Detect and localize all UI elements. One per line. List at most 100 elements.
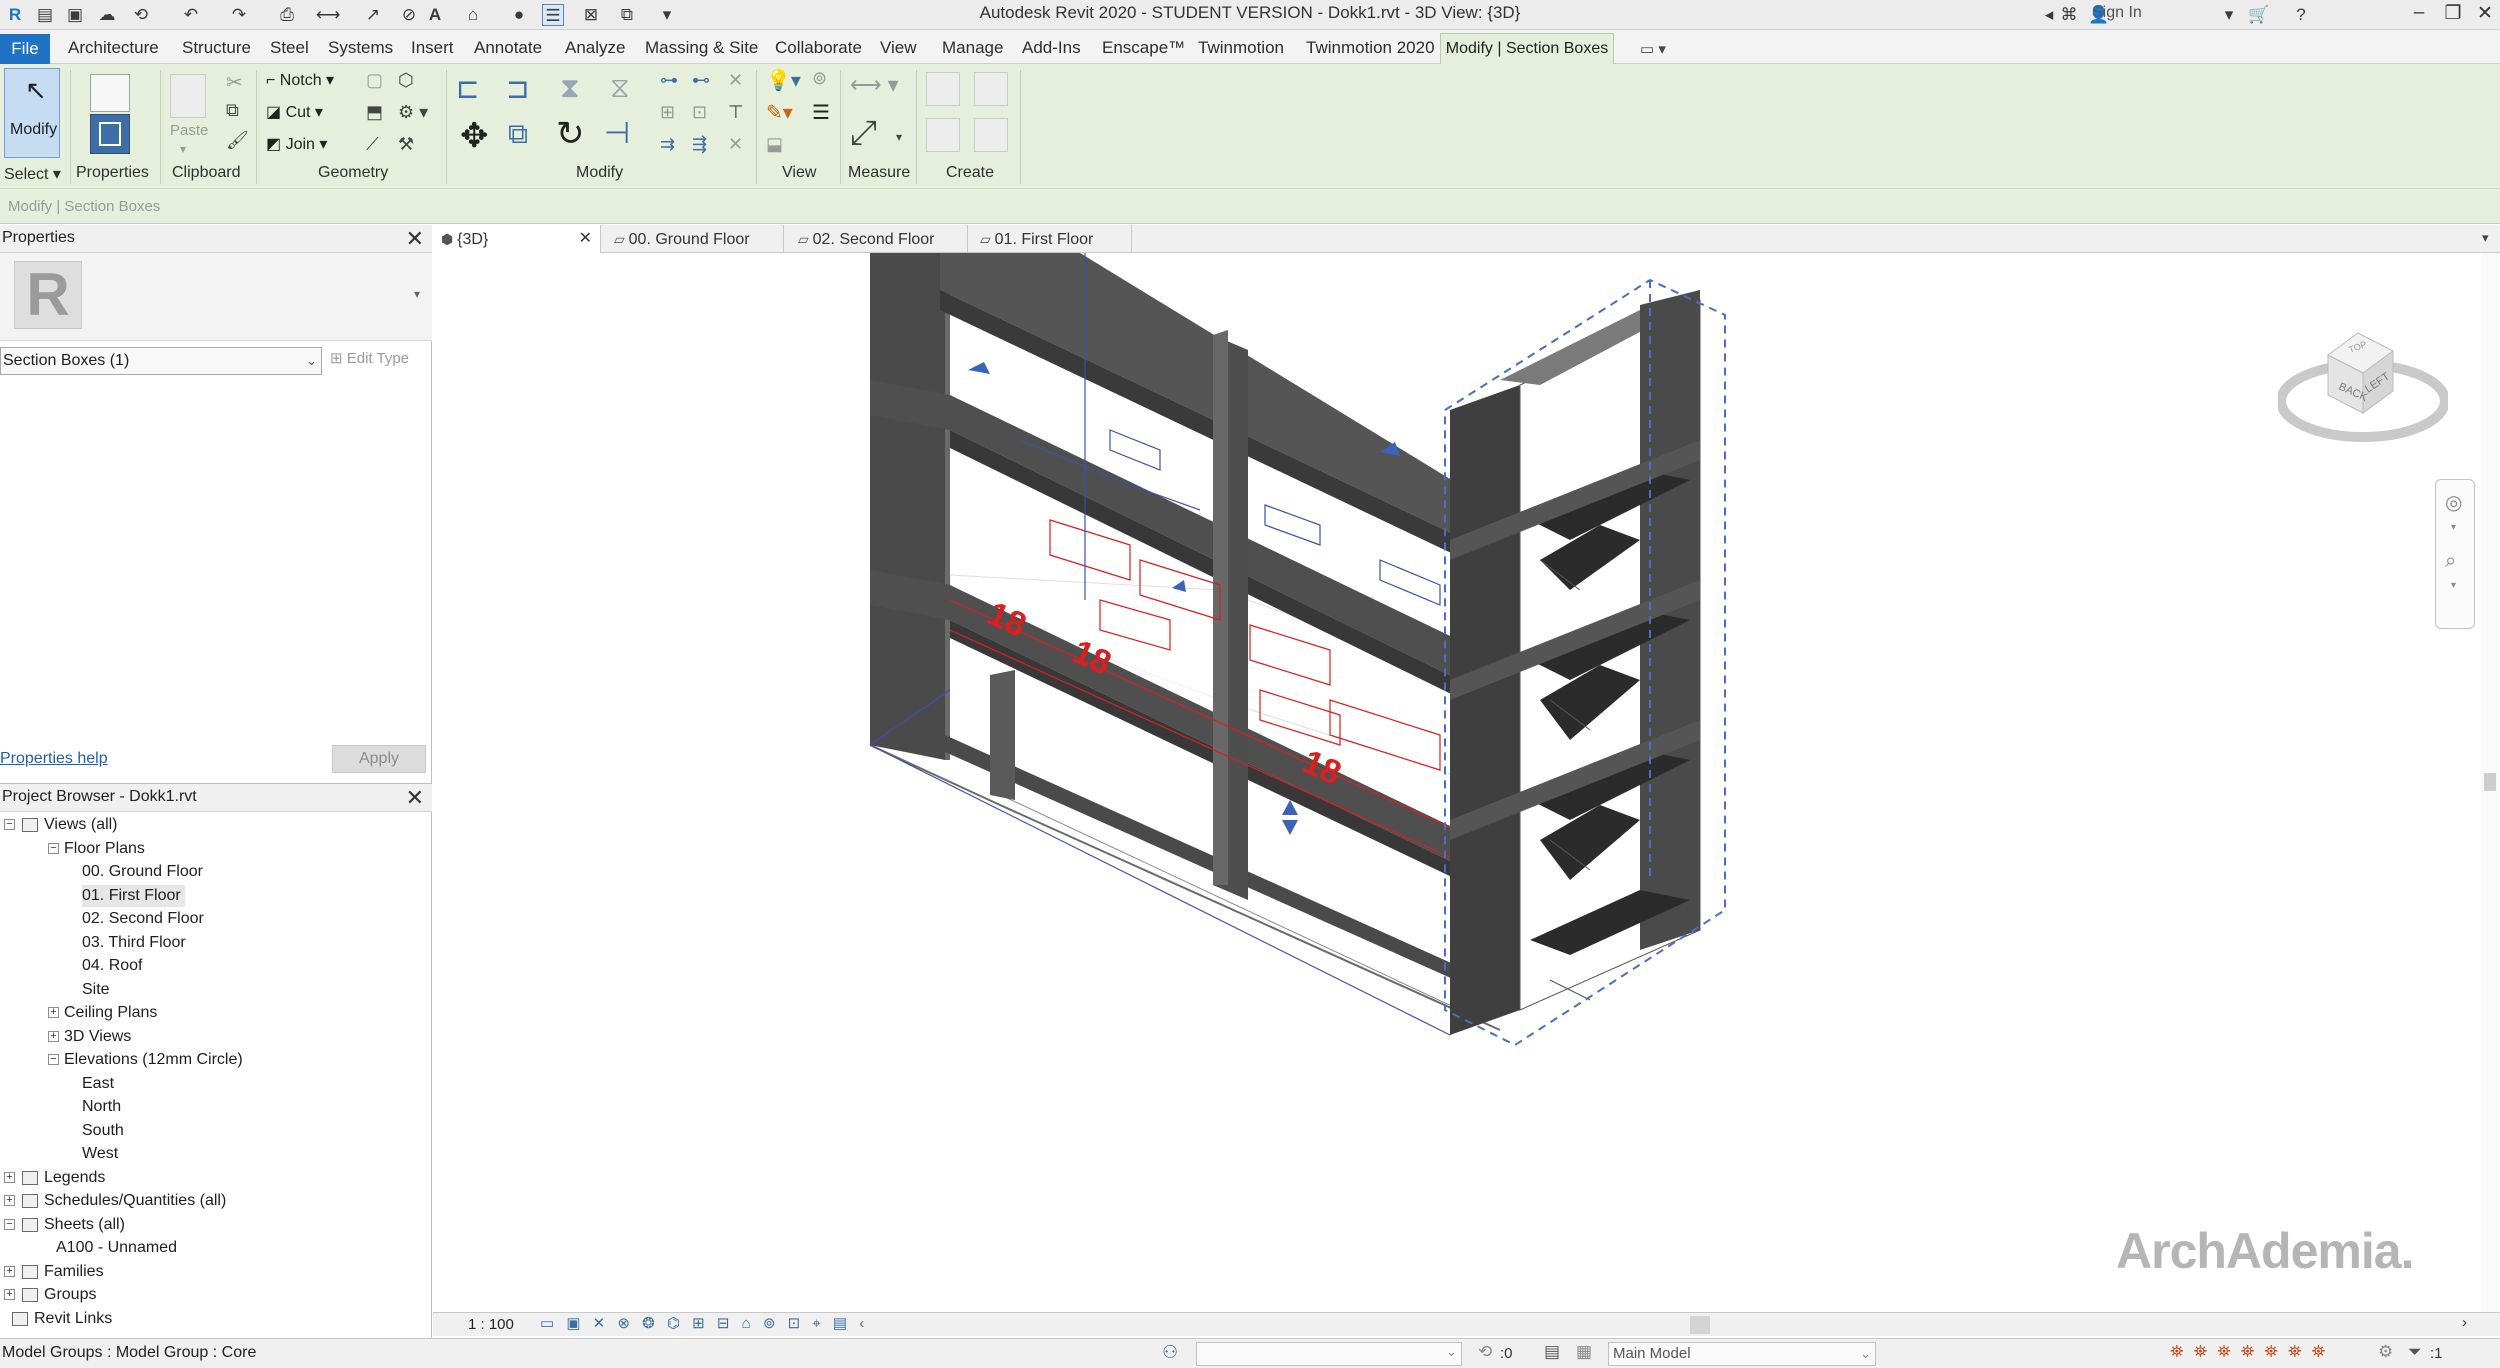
type-dropdown-icon[interactable]: ▾ [414, 287, 420, 301]
offset-icon[interactable]: ⊐ [506, 72, 529, 105]
thin-lines-view-icon[interactable]: ☰ [812, 100, 830, 125]
editing-requests-icon[interactable]: ⟲ [1478, 1342, 1492, 1362]
demolish-icon[interactable]: ⚙ ▾ [398, 102, 428, 123]
view-scale[interactable]: 1 : 100 [468, 1316, 514, 1333]
create-assembly-icon[interactable] [926, 72, 960, 106]
close-tab-icon[interactable]: ✕ [579, 225, 592, 253]
search-arrow-icon[interactable]: ◂ [2038, 4, 2060, 26]
tab-structure[interactable]: Structure [182, 38, 251, 58]
browser-item[interactable]: 01. First Floor [82, 885, 185, 907]
close-window-button[interactable]: ✕ [2470, 2, 2500, 25]
browser-item[interactable]: Schedules/Quantities (all) [44, 1190, 230, 1212]
paint-icon[interactable]: ⬒ [366, 102, 383, 123]
tab-manage[interactable]: Manage [942, 38, 1003, 58]
browser-item[interactable]: Floor Plans [64, 838, 149, 860]
view-control-icons[interactable]: ▭ ▣ ✕ ⊗ ❂ ⌬ ⊞ ⊟ ⌂ ⊚ ⊡ ⌖ ▤ ‹ [540, 1314, 868, 1332]
worksets-icon[interactable]: ⚇ [1162, 1342, 1178, 1363]
close-browser-icon[interactable]: ✕ [406, 785, 424, 811]
browser-item[interactable]: 04. Roof [82, 955, 146, 977]
zoom-icon[interactable]: ⌕ [2445, 550, 2456, 573]
tab-view[interactable]: View [880, 38, 917, 58]
expand-icon[interactable]: + [4, 1195, 15, 1206]
filter-icon[interactable]: ⏷ [2408, 1342, 2422, 1362]
minimize-button[interactable]: – [2404, 2, 2434, 24]
mirror-pick-icon[interactable]: ⧗ [560, 72, 580, 105]
view-tab[interactable]: ▱ 01. First Floor [972, 225, 1132, 253]
join-button[interactable]: ◩ Join ▾ [266, 134, 327, 154]
main-model-icon[interactable]: ▦ [1576, 1342, 1592, 1362]
tab-modify-section-boxes[interactable]: Modify | Section Boxes [1440, 33, 1614, 64]
panel-select-label[interactable]: Select ▾ [4, 164, 61, 184]
create-group-icon[interactable] [926, 118, 960, 152]
match-type-icon[interactable]: 🖌 [226, 130, 249, 151]
cut-button[interactable]: ◪ Cut ▾ [266, 102, 323, 122]
selection-option-icons[interactable]: ⛯⛯⛯⛯⛯⛯⛯ [2170, 1342, 2335, 1362]
browser-item[interactable]: Families [44, 1261, 108, 1283]
notch-button[interactable]: ⌐ Notch ▾ [266, 70, 334, 90]
properties-help-link[interactable]: Properties help [0, 750, 108, 768]
hide-bulb-icon[interactable]: 💡▾ [766, 68, 801, 93]
browser-item[interactable]: North [82, 1096, 125, 1118]
tab-systems[interactable]: Systems [328, 38, 393, 58]
split-face-icon[interactable]: ▢ [366, 70, 383, 91]
split-icon[interactable]: ⊶ [660, 70, 678, 91]
type-properties-icon[interactable] [90, 74, 130, 112]
collapse-icon[interactable]: − [4, 1219, 15, 1230]
vertical-scrollbar[interactable] [2481, 253, 2499, 1318]
tab-file[interactable]: File [0, 34, 50, 64]
horizontal-scroll-thumb[interactable] [1690, 1316, 1710, 1334]
wall-joins-icon[interactable]: ⬡ [398, 70, 414, 91]
binoculars-icon[interactable]: ⌘ [2058, 4, 2080, 26]
help-icon[interactable]: ? [2290, 4, 2312, 26]
browser-item[interactable]: South [82, 1120, 128, 1142]
paste-dropdown-icon[interactable]: ▾ [180, 142, 186, 156]
browser-item[interactable]: 03. Third Floor [82, 932, 190, 954]
sign-in-link[interactable]: Sign In [2092, 4, 2142, 22]
browser-item[interactable]: 00. Ground Floor [82, 861, 207, 883]
tab-analyze[interactable]: Analyze [565, 38, 625, 58]
browser-item[interactable]: 02. Second Floor [82, 908, 208, 930]
design-options-icon[interactable]: ▤ [1544, 1342, 1560, 1362]
expand-icon[interactable]: + [4, 1172, 15, 1183]
element-selector[interactable]: Section Boxes (1) ⌄ [0, 347, 322, 375]
viewcube-graphic[interactable]: BACK LEFT TOP [2278, 313, 2448, 463]
browser-item[interactable]: Legends [44, 1167, 109, 1189]
browser-item[interactable]: Site [82, 979, 114, 1001]
expand-icon[interactable]: + [4, 1266, 15, 1277]
cart-icon[interactable]: 🛒 [2248, 4, 2270, 26]
override-icon[interactable]: ⊚ [812, 68, 827, 89]
view-tab[interactable]: ▱ 00. Ground Floor [606, 225, 784, 253]
trim-multi-icon[interactable]: ⇉ [660, 134, 675, 155]
apply-button[interactable]: Apply [332, 745, 426, 773]
dropdown-icon[interactable]: ▾ [2218, 4, 2240, 26]
vertical-scroll-thumb[interactable] [2484, 773, 2496, 791]
linework-icon[interactable]: ✎▾ [766, 100, 793, 125]
view-tabs-menu-icon[interactable]: ▾ [2482, 230, 2489, 246]
wheel-dropdown-icon[interactable]: ▾ [2451, 522, 2456, 533]
hammer-icon[interactable]: ⚒ [398, 134, 414, 155]
align-icon[interactable]: ⊏ [456, 72, 479, 105]
scale-icon[interactable]: ⊡ [692, 102, 707, 123]
measure-dropdown-icon[interactable]: ▾ [896, 130, 902, 144]
view-tab[interactable]: ⬢ {3D}✕ [433, 225, 601, 253]
tab-architecture[interactable]: Architecture [68, 38, 159, 58]
collapse-icon[interactable]: − [48, 1054, 59, 1065]
measure-distance-icon[interactable]: ⟷ ▾ [850, 72, 899, 98]
browser-item[interactable]: Revit Links [34, 1308, 116, 1330]
array-icon[interactable]: ⊞ [660, 102, 675, 123]
unpin-icon[interactable]: ✕ [728, 70, 743, 91]
tab-massing-site[interactable]: Massing & Site [645, 38, 758, 58]
cut-clipboard-icon[interactable]: ✂ [226, 70, 243, 95]
3d-viewport[interactable]: 18 18 18 [433, 253, 2483, 1318]
tab-twinmotion[interactable]: Twinmotion [1198, 38, 1284, 58]
paste-icon[interactable] [170, 74, 206, 118]
tab-collaborate[interactable]: Collaborate [775, 38, 862, 58]
tab-insert[interactable]: Insert [411, 38, 454, 58]
steering-wheel-icon[interactable]: ◎ [2445, 490, 2462, 515]
tab-add-ins[interactable]: Add-Ins [1022, 38, 1081, 58]
pin-icon[interactable]: ⊤ [728, 102, 744, 123]
tab-enscape-[interactable]: Enscape™ [1102, 38, 1185, 58]
properties-icon[interactable] [90, 114, 130, 154]
move-icon[interactable]: ✥ [460, 116, 489, 156]
rotate-icon[interactable]: ↻ [556, 114, 585, 154]
